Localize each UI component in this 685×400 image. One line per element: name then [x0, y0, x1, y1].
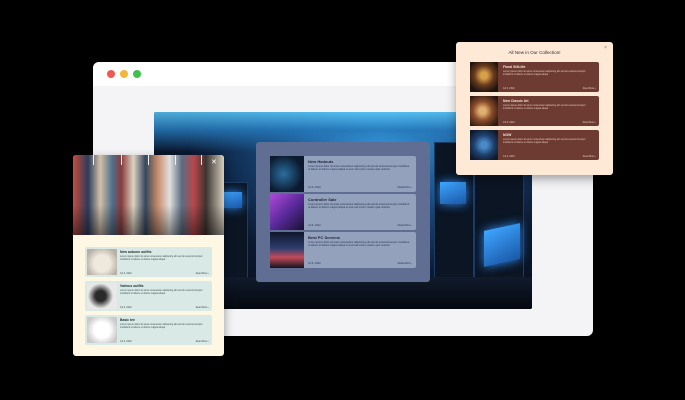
read-more-link[interactable]: Read More › [196, 306, 209, 309]
post-date: Jul 6, 2022 [308, 262, 321, 265]
post-excerpt: Lorem ipsum dolor sit amet consectetur a… [503, 104, 586, 110]
minimize-window-button[interactable] [120, 70, 128, 78]
collection-popup: All New in Our Collection! × Floral Stil… [456, 42, 613, 175]
hanger [201, 155, 202, 165]
read-more-link[interactable]: Read More › [583, 87, 596, 90]
post-title[interactable]: New Hadouts [308, 159, 333, 164]
pc-screens-image [270, 232, 304, 268]
floral-painting-image [470, 62, 498, 92]
post-title[interactable]: Best PC Screens [308, 235, 340, 240]
sweater-image [87, 249, 117, 275]
post-card[interactable]: New Classic Art Lorem ipsum dolor sit am… [470, 96, 599, 126]
hanger [175, 155, 176, 165]
blue-painting-image [470, 130, 498, 160]
post-title[interactable]: NOW [503, 133, 511, 137]
post-title[interactable]: Floral Still-life [503, 65, 525, 69]
arcade-screen [440, 182, 466, 204]
maximize-window-button[interactable] [133, 70, 141, 78]
post-excerpt: Lorem ipsum dolor sit amet consectetur a… [308, 241, 410, 248]
post-date: Jul 6, 2022 [503, 155, 515, 158]
gaming-keyboard-image [270, 194, 304, 230]
read-more-link[interactable]: Read More › [398, 262, 412, 265]
featured-posts-panel: New Hadouts Lorem ipsum dolor sit amet c… [256, 142, 430, 282]
hanger [121, 155, 122, 165]
popup-title: All New in Our Collection! [508, 50, 561, 55]
outfit-flatlay-image [87, 283, 117, 309]
post-excerpt: Lorem ipsum dolor sit amet consectetur a… [308, 203, 410, 210]
clothing-popup: ✕ New autumn outfits Lorem ipsum dolor s… [73, 155, 224, 356]
clothing-rack-image: ✕ [73, 155, 224, 235]
post-card[interactable]: Controller Sale Lorem ipsum dolor sit am… [270, 194, 416, 230]
post-title[interactable]: Controller Sale [308, 197, 336, 202]
post-card[interactable]: Various outfits Lorem ipsum dolor sit am… [85, 281, 212, 311]
post-card[interactable]: Basic tee Lorem ipsum dolor sit amet con… [85, 315, 212, 345]
hanger [148, 155, 149, 165]
hanger [93, 155, 94, 165]
circuit-board-image [270, 156, 304, 192]
post-card[interactable]: New autumn outfits Lorem ipsum dolor sit… [85, 247, 212, 277]
post-date: Jul 6, 2022 [308, 186, 321, 189]
read-more-link[interactable]: Read More › [196, 272, 209, 275]
post-card[interactable]: New Hadouts Lorem ipsum dolor sit amet c… [270, 156, 416, 192]
post-date: Jul 6, 2022 [308, 224, 321, 227]
post-excerpt: Lorem ipsum dolor sit amet consectetur a… [503, 70, 586, 76]
post-date: Jul 6, 2022 [503, 121, 515, 124]
showcase-stage: New Hadouts Lorem ipsum dolor sit amet c… [0, 0, 685, 400]
arcade-screen [484, 223, 520, 267]
post-date: Jul 6, 2022 [120, 272, 132, 275]
post-title[interactable]: New Classic Art [503, 99, 529, 103]
close-icon[interactable]: × [604, 45, 607, 51]
post-title[interactable]: Various outfits [120, 284, 144, 288]
post-date: Jul 6, 2022 [120, 306, 132, 309]
read-more-link[interactable]: Read More › [583, 155, 596, 158]
close-icon[interactable]: ✕ [211, 158, 217, 166]
post-date: Jul 6, 2022 [503, 87, 515, 90]
post-card[interactable]: NOW Lorem ipsum dolor sit amet consectet… [470, 130, 599, 160]
image-shade [73, 205, 224, 235]
post-excerpt: Lorem ipsum dolor sit amet consectetur a… [120, 323, 203, 329]
post-title[interactable]: Basic tee [120, 318, 135, 322]
classic-painting-image [470, 96, 498, 126]
post-title[interactable]: New autumn outfits [120, 250, 151, 254]
post-excerpt: Lorem ipsum dolor sit amet consectetur a… [503, 138, 586, 144]
post-excerpt: Lorem ipsum dolor sit amet consectetur a… [120, 289, 203, 295]
read-more-link[interactable]: Read More › [583, 121, 596, 124]
post-excerpt: Lorem ipsum dolor sit amet consectetur a… [120, 255, 203, 261]
post-card[interactable]: Floral Still-life Lorem ipsum dolor sit … [470, 62, 599, 92]
close-window-button[interactable] [107, 70, 115, 78]
post-excerpt: Lorem ipsum dolor sit amet consectetur a… [308, 165, 410, 172]
post-card[interactable]: Best PC Screens Lorem ipsum dolor sit am… [270, 232, 416, 268]
white-tshirt-image [87, 317, 117, 343]
read-more-link[interactable]: Read More › [398, 224, 412, 227]
post-date: Jul 6, 2022 [120, 340, 132, 343]
read-more-link[interactable]: Read More › [196, 340, 209, 343]
read-more-link[interactable]: Read More › [398, 186, 412, 189]
